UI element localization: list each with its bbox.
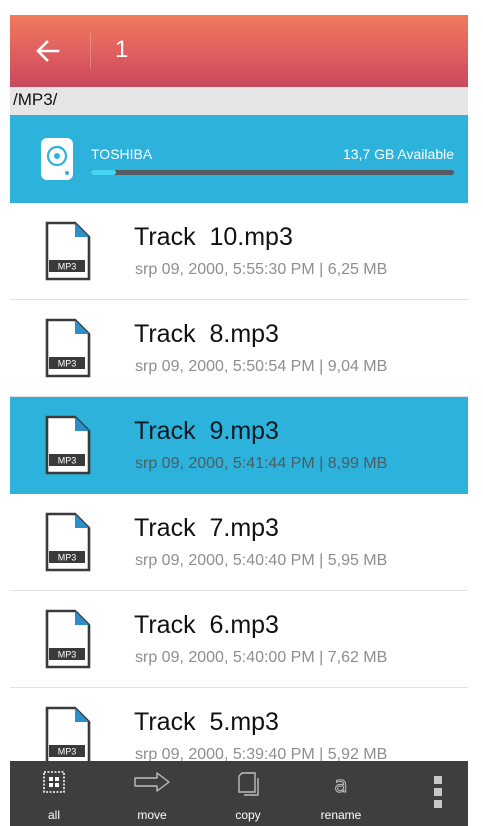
file-row[interactable]: MP3 Track 7.mp3 srp 09, 2000, 5:40:40 PM |… [10, 494, 468, 591]
mp3-file-icon: MP3 [45, 318, 91, 378]
copy-label: copy [235, 808, 261, 822]
file-name: Track 10.mp3 [134, 223, 293, 251]
file-details: srp 09, 2000, 5:40:40 PM | 5,95 MB [135, 552, 388, 569]
top-app-bar: 1 [10, 15, 468, 87]
file-name: Track 8.mp3 [134, 320, 279, 348]
svg-text:MP3: MP3 [58, 553, 77, 563]
mp3-file-icon: MP3 [45, 512, 91, 572]
back-button[interactable] [34, 37, 62, 65]
select-all-button[interactable]: all [32, 761, 76, 826]
file-list: MP3 Track 10.mp3 srp 09, 2000, 5:55:30 PM … [10, 203, 468, 785]
move-arrow-icon [134, 772, 170, 792]
svg-text:MP3: MP3 [58, 650, 77, 660]
file-row[interactable]: MP3 Track 10.mp3 srp 09, 2000, 5:55:30 PM … [10, 203, 468, 300]
header-divider [90, 33, 91, 69]
rename-icon: a [334, 773, 348, 798]
move-label: move [137, 808, 167, 822]
more-vertical-icon [434, 776, 442, 808]
copy-icon [238, 772, 259, 796]
svg-text:MP3: MP3 [58, 262, 77, 272]
bottom-toolbar: all move copy a rename [10, 761, 468, 826]
file-details: srp 09, 2000, 5:55:30 PM | 6,25 MB [135, 261, 388, 278]
file-row[interactable]: MP3 Track 9.mp3 srp 09, 2000, 5:41:44 PM |… [10, 397, 468, 494]
storage-header[interactable]: TOSHIBA 13,7 GB Available [10, 115, 468, 203]
drive-icon [41, 138, 73, 180]
mp3-file-icon: MP3 [45, 415, 91, 475]
app-frame: 1 /MP3/ TOSHIBA 13,7 GB Available MP3 Tra… [10, 15, 468, 826]
arrow-left-icon [36, 40, 60, 62]
rename-button[interactable]: a rename [311, 761, 371, 826]
file-name: Track 9.mp3 [134, 417, 279, 445]
file-row[interactable]: MP3 Track 8.mp3 srp 09, 2000, 5:50:54 PM |… [10, 300, 468, 397]
breadcrumb[interactable]: /MP3/ [10, 87, 468, 115]
svg-text:MP3: MP3 [58, 456, 77, 466]
select-all-icon [43, 771, 65, 793]
file-details: srp 09, 2000, 5:41:44 PM | 8,99 MB [135, 455, 388, 472]
file-details: srp 09, 2000, 5:50:54 PM | 9,04 MB [135, 358, 388, 375]
svg-text:MP3: MP3 [58, 747, 77, 757]
svg-text:a: a [334, 773, 347, 797]
file-name: Track 5.mp3 [134, 708, 279, 736]
mp3-file-icon: MP3 [45, 706, 91, 766]
mp3-file-icon: MP3 [45, 609, 91, 669]
header-title: 1 [115, 36, 129, 63]
rename-label: rename [320, 808, 362, 822]
storage-available: 13,7 GB Available [342, 146, 454, 162]
select-all-label: all [47, 808, 60, 822]
storage-name: TOSHIBA [91, 146, 153, 162]
file-details: srp 09, 2000, 5:40:00 PM | 7,62 MB [135, 649, 388, 666]
file-name: Track 7.mp3 [134, 514, 279, 542]
move-button[interactable]: move [122, 761, 182, 826]
storage-usage-fill [91, 170, 117, 175]
more-options-button[interactable] [425, 761, 451, 826]
svg-text:MP3: MP3 [58, 359, 77, 369]
storage-usage-bar [91, 170, 454, 175]
mp3-file-icon: MP3 [45, 221, 91, 281]
current-path: /MP3/ [13, 90, 58, 109]
file-row[interactable]: MP3 Track 6.mp3 srp 09, 2000, 5:40:00 PM |… [10, 591, 468, 688]
file-name: Track 6.mp3 [134, 611, 279, 639]
copy-button[interactable]: copy [218, 761, 278, 826]
